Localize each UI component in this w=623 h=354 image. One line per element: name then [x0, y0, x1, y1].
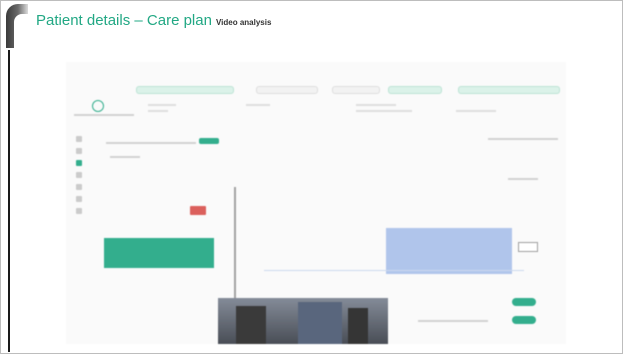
app-right-panel	[416, 298, 536, 344]
patient-info-row	[66, 98, 566, 134]
sidebar-icon	[76, 172, 82, 178]
chart-bar	[386, 228, 512, 274]
info-field	[356, 110, 412, 112]
filter-pill	[256, 86, 318, 94]
video-region	[298, 302, 342, 344]
patient-name	[74, 114, 134, 116]
breadcrumb-path	[106, 141, 196, 144]
info-field	[148, 104, 176, 106]
sidebar-icon	[76, 196, 82, 202]
alert-badge	[190, 206, 206, 215]
panel-field	[418, 320, 488, 322]
section-title	[110, 156, 140, 158]
embedded-app-screenshot	[66, 62, 566, 344]
info-field	[356, 104, 396, 106]
search-pill	[136, 86, 234, 94]
app-left-list	[104, 172, 214, 344]
app-sidebar	[72, 130, 86, 330]
slide-title-text: Patient details – Care plan	[36, 12, 212, 29]
info-field	[456, 110, 496, 112]
slide-subtitle: Video analysis	[215, 18, 272, 27]
video-frame	[218, 298, 388, 344]
sidebar-icon	[76, 136, 82, 142]
sidebar-icon	[76, 184, 82, 190]
video-region	[348, 308, 368, 344]
list-item	[104, 172, 214, 180]
breadcrumb-tag	[199, 138, 219, 144]
left-rule	[8, 50, 10, 352]
info-field	[246, 104, 270, 106]
app-right-tools	[488, 138, 558, 140]
corner-bracket-decoration	[6, 4, 28, 48]
status-pill	[388, 86, 442, 94]
filter-pill-2	[332, 86, 380, 94]
sidebar-icon-active	[76, 160, 82, 166]
list-item	[104, 180, 214, 188]
tools-text	[488, 138, 558, 140]
chart-baseline	[264, 270, 524, 271]
app-topbar	[66, 62, 566, 88]
video-region	[236, 306, 266, 344]
app-breadcrumb	[106, 138, 219, 145]
chart-controls	[508, 178, 538, 180]
chart-marker	[518, 242, 538, 252]
panel-button	[512, 298, 536, 306]
panel-button	[512, 316, 536, 324]
info-field	[148, 110, 168, 112]
sidebar-icon	[76, 208, 82, 214]
patient-icon	[92, 100, 104, 112]
sidebar-icon	[76, 148, 82, 154]
action-pill	[458, 86, 560, 94]
app-chart	[256, 172, 556, 282]
slide-title: Patient details – Care plan Video analysi…	[36, 12, 271, 29]
list-item-selected	[104, 238, 214, 268]
